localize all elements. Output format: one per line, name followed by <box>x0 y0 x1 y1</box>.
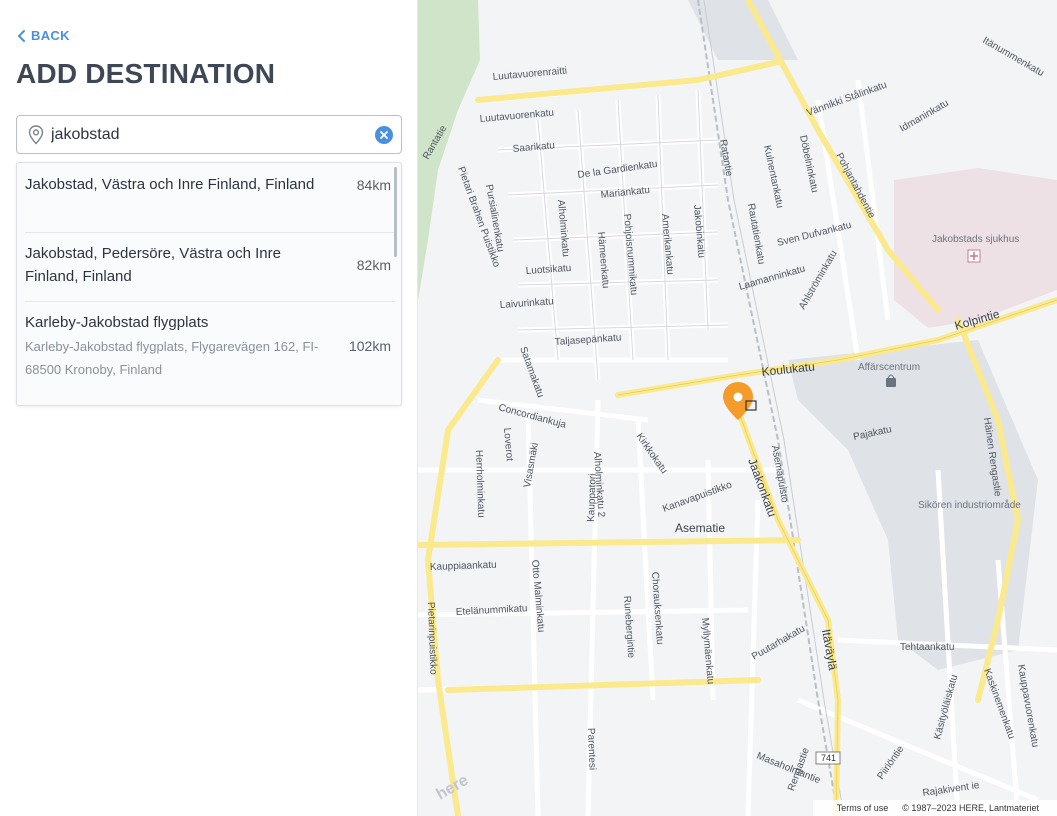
terms-link[interactable]: Terms of use <box>837 803 889 813</box>
svg-text:Luotsikatu: Luotsikatu <box>525 263 571 277</box>
location-pin-icon <box>21 124 51 145</box>
svg-text:Rajakivent ie: Rajakivent ie <box>922 780 981 799</box>
svg-text:Parentesi: Parentesi <box>585 728 597 771</box>
result-item[interactable]: Jakobstad, Västra och Inre Finland, Finl… <box>25 173 395 196</box>
svg-text:Vännikki Stålinkatu: Vännikki Stålinkatu <box>805 79 889 119</box>
map-attribution: Terms of use © 1987–2023 HERE, Lantmater… <box>812 800 1057 816</box>
page-title: ADD DESTINATION <box>16 58 276 89</box>
copyright-text: © 1987–2023 HERE, Lantmateriet <box>902 803 1039 813</box>
svg-text:Saarikatu: Saarikatu <box>512 140 555 155</box>
map-view[interactable]: Luutavuorenraitti Luutavuorenkatu Saarik… <box>418 0 1057 816</box>
svg-text:Alholminkatu: Alholminkatu <box>555 199 571 257</box>
svg-text:Idmaninkatu: Idmaninkatu <box>898 98 951 135</box>
result-distance: 102km <box>348 338 391 354</box>
svg-text:Käsityöläiskatu: Käsityöläiskatu <box>932 673 960 740</box>
industrial-area <box>688 0 798 60</box>
svg-text:741: 741 <box>821 753 836 763</box>
back-button[interactable]: BACK <box>16 28 70 43</box>
svg-text:Luutavuorenraitti: Luutavuorenraitti <box>492 66 567 83</box>
chevron-left-icon <box>17 29 25 42</box>
result-name: Jakobstad, Pedersöre, Västra och Inre Fi… <box>25 245 281 285</box>
svg-text:Runebergintie: Runebergintie <box>621 595 636 658</box>
svg-text:Loverot: Loverot <box>501 427 515 461</box>
result-address: Karleby-Jakobstad flygplats, Flygareväge… <box>25 339 319 377</box>
svg-text:Ahlströminkatu: Ahlströminkatu <box>797 249 840 312</box>
back-label: BACK <box>31 28 70 43</box>
svg-text:Itänummenkatu: Itänummenkatu <box>981 35 1046 79</box>
svg-text:Kauppiaankatu: Kauppiaankatu <box>430 560 497 573</box>
svg-text:Satamakatu: Satamakatu <box>517 345 546 399</box>
result-name: Karleby-Jakobstad flygplats <box>25 314 209 331</box>
svg-text:Pietarinpuistikko: Pietarinpuistikko <box>425 602 439 676</box>
svg-text:Asematie: Asematie <box>675 521 725 535</box>
svg-text:Kulnentankatu: Kulnentankatu <box>761 144 785 209</box>
svg-text:Taljasepänkatu: Taljasepänkatu <box>554 332 621 348</box>
svg-text:Affärscentrum: Affärscentrum <box>858 362 920 373</box>
svg-text:Rautatienkatu: Rautatienkatu <box>745 203 767 266</box>
svg-text:Hämeenkatu: Hämeenkatu <box>595 231 611 288</box>
result-item[interactable]: Karleby-Jakobstad flygplats Karleby-Jako… <box>25 311 395 381</box>
destination-panel: BACK ADD DESTINATION Jakobstad, Västra o… <box>0 0 418 816</box>
divider <box>25 301 395 302</box>
result-name: Jakobstad, Västra och Inre Finland, Finl… <box>25 176 315 193</box>
svg-text:Sikören industriområde: Sikören industriområde <box>918 499 1021 511</box>
svg-text:De la Gardienkatu: De la Gardienkatu <box>577 159 658 181</box>
svg-text:Ratantie: Ratantie <box>717 139 734 178</box>
svg-text:Kanavapuistikko: Kanavapuistikko <box>661 479 734 514</box>
svg-text:Tehtaankatu: Tehtaankatu <box>900 642 955 653</box>
close-icon <box>380 130 388 139</box>
destination-marker-icon[interactable] <box>723 382 757 420</box>
results-scrollbar[interactable] <box>394 167 397 257</box>
map-canvas[interactable]: Luutavuorenraitti Luutavuorenkatu Saarik… <box>418 0 1057 816</box>
result-item[interactable]: Jakobstad, Pedersöre, Västra och Inre Fi… <box>25 242 395 288</box>
hospital-area <box>894 168 1057 328</box>
svg-text:Luutavuorenkatu: Luutavuorenkatu <box>479 108 554 125</box>
svg-text:Puutarhakatu: Puutarhakatu <box>750 623 807 662</box>
search-results-list: Jakobstad, Västra och Inre Finland, Finl… <box>16 162 402 406</box>
svg-text:Jakobstads sjukhus: Jakobstads sjukhus <box>932 234 1019 245</box>
svg-text:Döbelninkatu: Döbelninkatu <box>797 134 820 193</box>
result-distance: 82km <box>356 257 391 273</box>
svg-text:Piiriöntie: Piiriöntie <box>875 744 906 782</box>
svg-text:Visasmäki: Visasmäki <box>522 442 541 489</box>
divider <box>25 232 395 233</box>
svg-text:Kauppavuorenkatu: Kauppavuorenkatu <box>1015 664 1040 749</box>
svg-text:Laivurinkatu: Laivurinkatu <box>499 296 554 311</box>
svg-text:Herrholminkatu: Herrholminkatu <box>473 450 486 518</box>
search-input[interactable] <box>51 116 375 153</box>
svg-text:Itäväylä: Itäväylä <box>819 628 840 671</box>
road-number-shield: 741 <box>815 751 841 765</box>
hospital-icon <box>967 249 981 263</box>
clear-search-button[interactable] <box>375 125 393 144</box>
destination-search <box>16 115 402 154</box>
result-distance: 84km <box>356 176 391 193</box>
